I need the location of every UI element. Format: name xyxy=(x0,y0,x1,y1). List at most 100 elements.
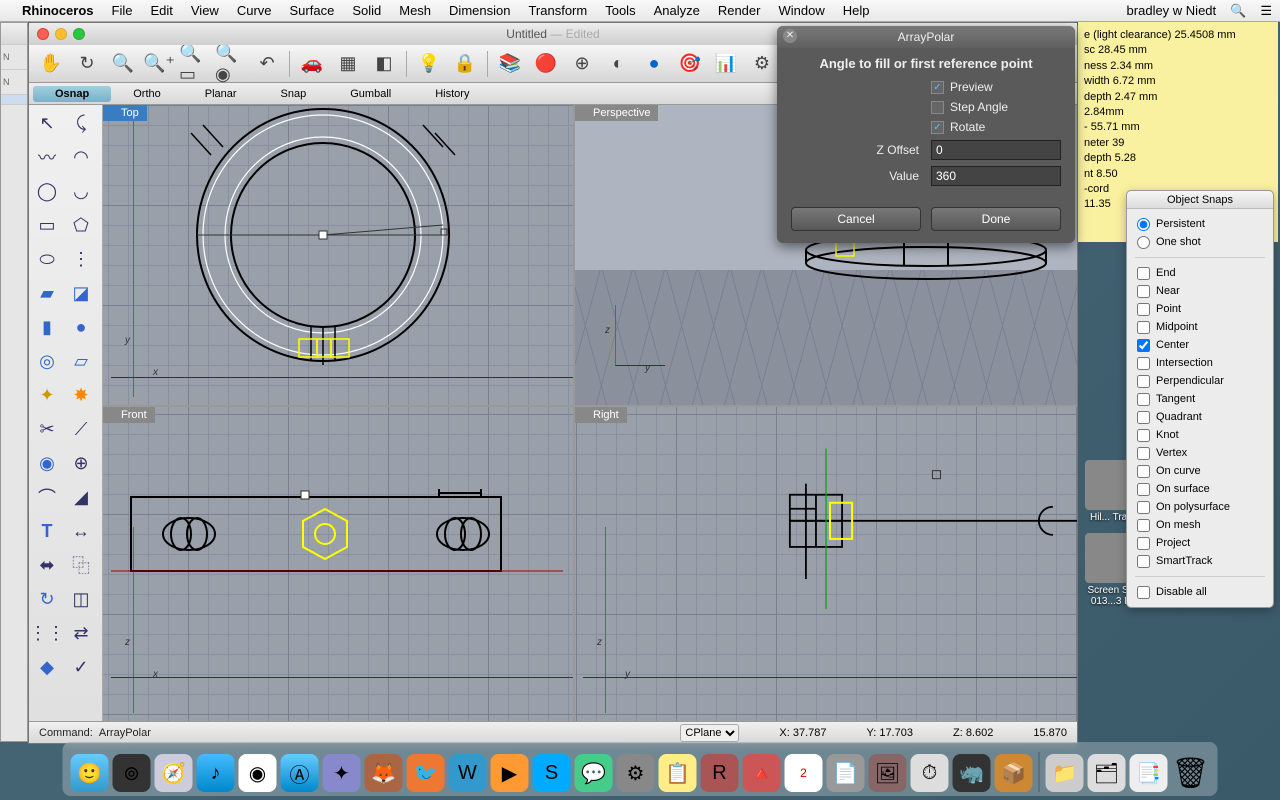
trash-icon[interactable]: 🗑 xyxy=(1172,754,1210,792)
dimension-tool-icon[interactable]: ↔ xyxy=(65,515,97,547)
spotlight-icon[interactable]: 🔍 xyxy=(1230,3,1246,19)
viewport-label[interactable]: Top xyxy=(103,105,147,121)
stepangle-checkbox[interactable] xyxy=(931,101,944,114)
blend-tool-icon[interactable]: ◆ xyxy=(31,651,63,683)
check-tool-icon[interactable]: ✓ xyxy=(65,651,97,683)
mirror-tool-icon[interactable]: ⇄ xyxy=(65,617,97,649)
viewport-label[interactable]: Perspective xyxy=(575,105,658,121)
app-icon[interactable]: W xyxy=(449,754,487,792)
osnap-tangent[interactable]: Tangent xyxy=(1137,390,1263,408)
osnap-vertex[interactable]: Vertex xyxy=(1137,444,1263,462)
menu-tools[interactable]: Tools xyxy=(605,3,635,18)
finder-icon[interactable]: 🙂 xyxy=(71,754,109,792)
solid-tool-icon[interactable]: ▮ xyxy=(31,311,63,343)
messages-icon[interactable]: 💬 xyxy=(575,754,613,792)
app-icon[interactable]: 🖼 xyxy=(869,754,907,792)
osnap-intersection[interactable]: Intersection xyxy=(1137,354,1263,372)
stickies-icon[interactable]: 📋 xyxy=(659,754,697,792)
chamfer-tool-icon[interactable]: ◢ xyxy=(65,481,97,513)
option-ortho[interactable]: Ortho xyxy=(111,86,183,102)
window-zoom-button[interactable] xyxy=(73,28,85,40)
material-icon[interactable]: 🔴 xyxy=(530,49,562,79)
app-icon[interactable]: ▶ xyxy=(491,754,529,792)
puzzle-tool-icon[interactable]: ✦ xyxy=(31,379,63,411)
osnap-persistent-radio[interactable]: Persistent xyxy=(1137,215,1263,233)
zoffset-input[interactable] xyxy=(931,140,1061,160)
curve-tool-icon[interactable]: ◠ xyxy=(65,141,97,173)
option-snap[interactable]: Snap xyxy=(259,86,329,102)
rotate-checkbox[interactable] xyxy=(931,121,944,134)
flamingo-icon[interactable]: 📊 xyxy=(710,49,742,79)
window-minimize-button[interactable] xyxy=(55,28,67,40)
viewport-top[interactable]: y x xyxy=(103,105,573,405)
rendered-icon[interactable]: ● xyxy=(638,49,670,79)
viewport-right[interactable]: z y xyxy=(575,407,1077,721)
osnap-project[interactable]: Project xyxy=(1137,534,1263,552)
app-icon[interactable]: R xyxy=(701,754,739,792)
osnap-oneshot-radio[interactable]: One shot xyxy=(1137,233,1263,251)
cplane-icon[interactable]: ◧ xyxy=(368,49,400,79)
array-tool-icon[interactable]: ⋮⋮ xyxy=(31,617,63,649)
menu-view[interactable]: View xyxy=(191,3,219,18)
render-icon[interactable]: 🎯 xyxy=(674,49,706,79)
arraypolar-dialog[interactable]: ✕ ArrayPolar Angle to fill or first refe… xyxy=(777,26,1075,243)
pan-icon[interactable]: ✋ xyxy=(35,49,67,79)
torus-tool-icon[interactable]: ◎ xyxy=(31,345,63,377)
menu-solid[interactable]: Solid xyxy=(352,3,381,18)
menu-file[interactable]: File xyxy=(112,3,133,18)
point-tool-icon[interactable]: ⋮ xyxy=(65,243,97,275)
rotate-tool-icon[interactable]: ↻ xyxy=(31,583,63,615)
zoom-selected-icon[interactable]: 🔍◉ xyxy=(215,49,247,79)
osnap-disable-all[interactable]: Disable all xyxy=(1137,583,1263,601)
lock-icon[interactable]: 🔒 xyxy=(449,49,481,79)
explode-tool-icon[interactable]: ✸ xyxy=(65,379,97,411)
osnap-near[interactable]: Near xyxy=(1137,282,1263,300)
zoom-window-icon[interactable]: 🔍⁺ xyxy=(143,49,175,79)
scale-tool-icon[interactable]: ◫ xyxy=(65,583,97,615)
rectangle-tool-icon[interactable]: ▭ xyxy=(31,209,63,241)
arc-tool-icon[interactable]: ◡ xyxy=(65,175,97,207)
skype-icon[interactable]: S xyxy=(533,754,571,792)
app-icon[interactable]: 🦏 xyxy=(953,754,991,792)
ellipse-tool-icon[interactable]: ⬭ xyxy=(31,243,63,275)
app-icon[interactable]: 🐦 xyxy=(407,754,445,792)
menu-surface[interactable]: Surface xyxy=(290,3,335,18)
copy-tool-icon[interactable]: ⿻ xyxy=(65,549,97,581)
option-history[interactable]: History xyxy=(413,86,491,102)
itunes-icon[interactable]: ♪ xyxy=(197,754,235,792)
window-close-button[interactable] xyxy=(37,28,49,40)
zoom-dynamic-icon[interactable]: 🔍 xyxy=(107,49,139,79)
menulist-icon[interactable]: ☰ xyxy=(1260,3,1272,19)
undo-view-icon[interactable]: ↶ xyxy=(251,49,283,79)
menu-render[interactable]: Render xyxy=(718,3,761,18)
text-tool-icon[interactable]: T xyxy=(31,515,63,547)
osnap-point[interactable]: Point xyxy=(1137,300,1263,318)
osnap-smarttrack[interactable]: SmartTrack xyxy=(1137,552,1263,570)
viewport-label[interactable]: Front xyxy=(103,407,155,423)
fillet-tool-icon[interactable]: ⌒ xyxy=(31,481,63,513)
wireframe-icon[interactable]: ⊕ xyxy=(566,49,598,79)
osnap-on-curve[interactable]: On curve xyxy=(1137,462,1263,480)
osnap-on-mesh[interactable]: On mesh xyxy=(1137,516,1263,534)
option-osnap[interactable]: Osnap xyxy=(33,86,111,102)
dock-stack-icon[interactable]: 🗂 xyxy=(1088,754,1126,792)
pipe-tool-icon[interactable]: ▱ xyxy=(65,345,97,377)
surface-tool-icon[interactable]: ▰ xyxy=(31,277,63,309)
osnap-end[interactable]: End xyxy=(1137,264,1263,282)
menu-help[interactable]: Help xyxy=(843,3,870,18)
circle-tool-icon[interactable]: ◯ xyxy=(31,175,63,207)
rotate-view-icon[interactable]: ↻ xyxy=(71,49,103,79)
chrome-icon[interactable]: ◉ xyxy=(239,754,277,792)
dialog-close-icon[interactable]: ✕ xyxy=(783,29,797,43)
option-gumball[interactable]: Gumball xyxy=(328,86,413,102)
shaded-icon[interactable]: ◐ xyxy=(602,49,634,79)
dock[interactable]: 🙂 ⊚ 🧭 ♪ ◉ Ⓐ ✦ 🦊 🐦 W ▶ S 💬 ⚙ 📋 R 🔺 2 📄 🖼 … xyxy=(63,742,1218,796)
named-view-icon[interactable]: 🚗 xyxy=(296,49,328,79)
extrude-tool-icon[interactable]: ◪ xyxy=(65,277,97,309)
osnap-title[interactable]: Object Snaps xyxy=(1127,191,1273,209)
osnap-perpendicular[interactable]: Perpendicular xyxy=(1137,372,1263,390)
osnap-midpoint[interactable]: Midpoint xyxy=(1137,318,1263,336)
polygon-tool-icon[interactable]: ⬠ xyxy=(65,209,97,241)
trim-tool-icon[interactable]: ✂ xyxy=(31,413,63,445)
lasso-tool-icon[interactable]: ⤹ xyxy=(65,107,97,139)
